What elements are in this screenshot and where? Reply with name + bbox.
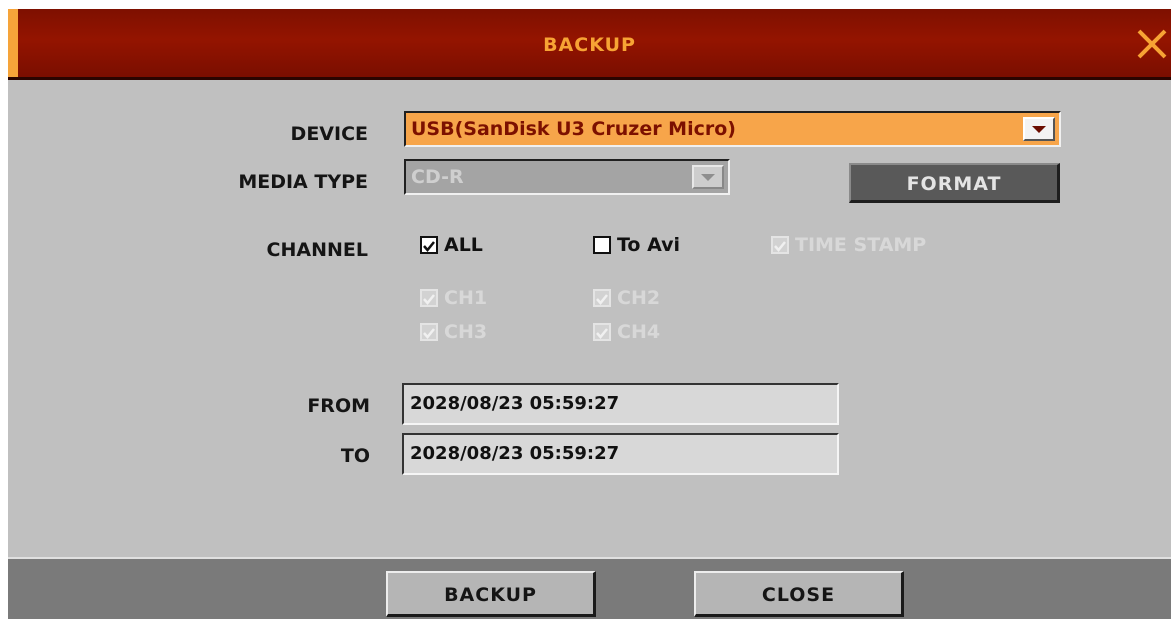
- dialog-footer: BACKUP CLOSE: [8, 557, 1171, 619]
- checkmark-icon: [423, 328, 435, 339]
- close-x-icon: [1137, 29, 1167, 59]
- checkbox: [420, 289, 438, 307]
- device-dropdown[interactable]: USB(SanDisk U3 Cruzer Micro): [404, 111, 1061, 147]
- media-type-dropdown[interactable]: CD-R: [404, 159, 730, 195]
- chevron-down-icon[interactable]: [692, 165, 724, 189]
- time-stamp-label: TIME STAMP: [795, 234, 927, 256]
- to-label: TO: [340, 445, 370, 467]
- close-button[interactable]: CLOSE: [694, 571, 904, 617]
- checkmark-icon: [423, 241, 435, 252]
- from-datetime-value: 2028/08/23 05:59:27: [410, 393, 620, 414]
- ch3-label: CH3: [444, 321, 488, 343]
- checkbox: [593, 289, 611, 307]
- ch2-label: CH2: [617, 287, 661, 309]
- media-type-value: CD-R: [411, 166, 464, 188]
- to-datetime-field[interactable]: 2028/08/23 05:59:27: [402, 433, 839, 475]
- dialog-title: BACKUP: [543, 34, 636, 56]
- ch4-label: CH4: [617, 321, 661, 343]
- checkbox[interactable]: [593, 236, 611, 254]
- chevron-down-icon[interactable]: [1023, 117, 1055, 141]
- backup-dialog: BACKUP DEVICE USB(SanDisk U3 Cruzer Micr…: [8, 9, 1171, 619]
- from-datetime-field[interactable]: 2028/08/23 05:59:27: [402, 383, 839, 425]
- ch1-label: CH1: [444, 287, 488, 309]
- checkbox: [593, 323, 611, 341]
- checkbox: [420, 323, 438, 341]
- to-avi-label: To Avi: [617, 234, 681, 256]
- checkbox[interactable]: [420, 236, 438, 254]
- device-value: USB(SanDisk U3 Cruzer Micro): [411, 118, 736, 140]
- title-bar: BACKUP: [8, 9, 1171, 80]
- device-label: DEVICE: [290, 123, 368, 145]
- to-datetime-value: 2028/08/23 05:59:27: [410, 443, 620, 464]
- channel-label: CHANNEL: [266, 239, 368, 261]
- close-icon[interactable]: [1135, 27, 1169, 61]
- checkmark-icon: [774, 241, 786, 252]
- format-button[interactable]: FORMAT: [849, 163, 1060, 203]
- from-label: FROM: [307, 395, 370, 417]
- backup-button[interactable]: BACKUP: [386, 571, 596, 617]
- media-type-label: MEDIA TYPE: [238, 171, 368, 193]
- checkmark-icon: [423, 294, 435, 305]
- checkmark-icon: [596, 328, 608, 339]
- checkbox: [771, 236, 789, 254]
- channel-all-label: ALL: [444, 234, 483, 256]
- checkmark-icon: [596, 294, 608, 305]
